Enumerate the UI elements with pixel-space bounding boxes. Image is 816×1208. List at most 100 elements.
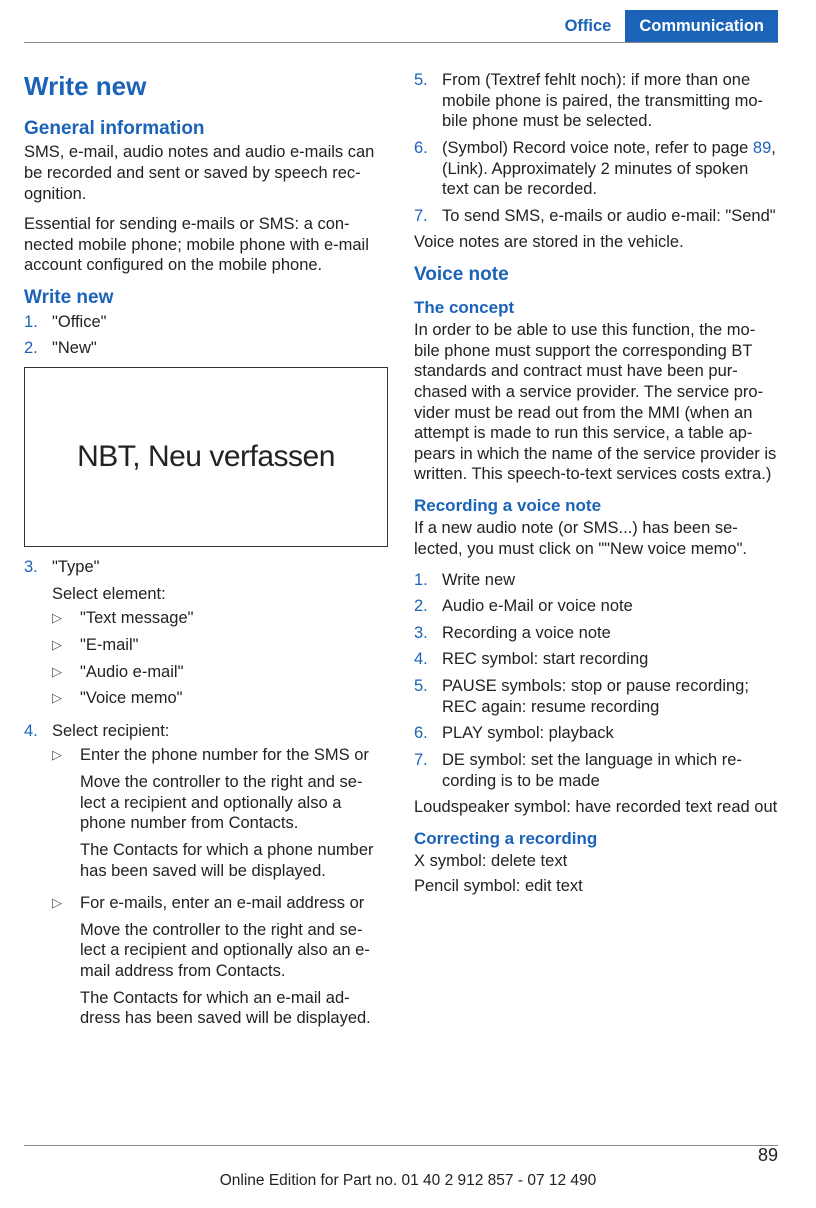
bullet-icon: ▷ (52, 608, 80, 629)
list-number: 6. (414, 138, 442, 200)
option-block: Enter the phone number for the SMS or Mo… (80, 745, 388, 887)
write-new-steps-cont: 3. "Type" Select element: ▷"Text message… (24, 557, 388, 1041)
type-options: ▷"Text message" ▷"E-mail" ▷"Audio e-mail… (52, 608, 388, 709)
list-item: ▷ For e-mails, enter an e-mail address o… (52, 893, 388, 1035)
list-item: 2."New" (24, 338, 388, 359)
tab-office: Office (551, 10, 626, 43)
list-text: To send SMS, e-mails or audio e-mail: "S… (442, 206, 778, 227)
list-number: 2. (24, 338, 52, 359)
body-text: X symbol: delete text (414, 851, 778, 872)
list-number: 2. (414, 596, 442, 617)
recording-steps: 1.Write new 2.Audio e-Mail or voice note… (414, 570, 778, 792)
list-text: DE symbol: set the language in which re‐… (442, 750, 778, 791)
list-item: 7.To send SMS, e-mails or audio e-mail: … (414, 206, 778, 227)
bullet-icon: ▷ (52, 635, 80, 656)
body-text: Loudspeaker symbol: have recorded text r… (414, 797, 778, 818)
body-text: The Contacts for which a phone number ha… (80, 840, 388, 881)
list-number: 1. (24, 312, 52, 333)
body-text: If a new audio note (or SMS...) has been… (414, 518, 778, 559)
list-text: From (Textref fehlt noch): if more than … (442, 70, 778, 132)
list-item: 7.DE symbol: set the language in which r… (414, 750, 778, 791)
list-item: 3. "Type" Select element: ▷"Text message… (24, 557, 388, 715)
subsection-recording: Recording a voice note (414, 495, 778, 516)
list-item: 3.Recording a voice note (414, 623, 778, 644)
footer-rule (24, 1145, 778, 1146)
option-block: For e-mails, enter an e-mail address or … (80, 893, 388, 1035)
list-item: ▷"E-mail" (52, 635, 388, 656)
body-text: Pencil symbol: edit text (414, 876, 778, 897)
tab-communication: Communication (625, 10, 778, 43)
content-columns: Write new General information SMS, e-mai… (24, 60, 778, 1047)
list-number: 4. (24, 721, 52, 1041)
body-text: Enter the phone number for the SMS or (80, 745, 388, 766)
body-text: For e-mails, enter an e-mail address or (80, 893, 388, 914)
option-text: "E-mail" (80, 635, 388, 656)
list-item: 1.Write new (414, 570, 778, 591)
page-link[interactable]: 89 (753, 139, 771, 157)
list-text: (Symbol) Record voice note, refer to pag… (442, 138, 778, 200)
list-text: PAUSE symbols: stop or pause recording; … (442, 676, 778, 717)
write-new-steps-col2: 5.From (Textref fehlt noch): if more tha… (414, 70, 778, 226)
section-write-new: Write new (24, 286, 388, 310)
body-text: Move the controller to the right and se‐… (80, 772, 388, 834)
list-text: PLAY symbol: playback (442, 723, 778, 744)
list-text: Select recipient: ▷ Enter the phone numb… (52, 721, 388, 1041)
option-text: "Voice memo" (80, 688, 388, 709)
list-item: 4.REC symbol: start recording (414, 649, 778, 670)
subsection-concept: The concept (414, 297, 778, 318)
body-text: SMS, e-mail, audio notes and audio e-mai… (24, 142, 388, 204)
list-number: 1. (414, 570, 442, 591)
list-number: 4. (414, 649, 442, 670)
list-number: 7. (414, 750, 442, 791)
list-number: 5. (414, 70, 442, 132)
list-item: 5.PAUSE symbols: stop or pause recording… (414, 676, 778, 717)
list-item: 1."Office" (24, 312, 388, 333)
list-number: 3. (414, 623, 442, 644)
list-number: 7. (414, 206, 442, 227)
list-item: 5.From (Textref fehlt noch): if more tha… (414, 70, 778, 132)
list-text: Write new (442, 570, 778, 591)
footer-text: Online Edition for Part no. 01 40 2 912 … (0, 1171, 816, 1190)
list-text: Recording a voice note (442, 623, 778, 644)
top-rule (24, 42, 778, 43)
bullet-icon: ▷ (52, 662, 80, 683)
write-new-steps: 1."Office" 2."New" (24, 312, 388, 359)
list-item: ▷"Text message" (52, 608, 388, 629)
list-item: 6. (Symbol) Record voice note, refer to … (414, 138, 778, 200)
step-label: "Type" (52, 557, 388, 578)
list-item: 4. Select recipient: ▷ Enter the phone n… (24, 721, 388, 1041)
body-text: Essential for sending e-mails or SMS: a … (24, 214, 388, 276)
list-number: 6. (414, 723, 442, 744)
step-label: Select recipient: (52, 721, 388, 742)
page-number: 89 (758, 1144, 778, 1167)
header-tabs: Office Communication (551, 10, 778, 43)
list-item: ▷ Enter the phone number for the SMS or … (52, 745, 388, 887)
list-item: ▷"Audio e-mail" (52, 662, 388, 683)
list-number: 3. (24, 557, 52, 715)
option-text: "Text message" (80, 608, 388, 629)
list-text: "Office" (52, 312, 388, 333)
bullet-icon: ▷ (52, 893, 80, 1035)
body-text: Move the controller to the right and se‐… (80, 920, 388, 982)
list-text: Audio e-Mail or voice note (442, 596, 778, 617)
list-number: 5. (414, 676, 442, 717)
step-subtext: Select element: (52, 584, 388, 605)
list-text: "New" (52, 338, 388, 359)
section-general-info: General information (24, 117, 388, 141)
recipient-options: ▷ Enter the phone number for the SMS or … (52, 745, 388, 1035)
bullet-icon: ▷ (52, 745, 80, 887)
option-text: "Audio e-mail" (80, 662, 388, 683)
image-caption: NBT, Neu verfassen (77, 438, 335, 476)
subsection-correcting: Correcting a recording (414, 828, 778, 849)
body-text: In order to be able to use this function… (414, 320, 778, 485)
body-text: The Contacts for which an e-mail ad‐dres… (80, 988, 388, 1029)
list-text: "Type" Select element: ▷"Text message" ▷… (52, 557, 388, 715)
screenshot-placeholder: NBT, Neu verfassen (24, 367, 388, 547)
section-voice-note: Voice note (414, 263, 778, 287)
page-title: Write new (24, 70, 388, 103)
list-item: 2.Audio e-Mail or voice note (414, 596, 778, 617)
right-column: 5.From (Textref fehlt noch): if more tha… (414, 60, 778, 1047)
list-text: REC symbol: start recording (442, 649, 778, 670)
text-part: (Symbol) Record voice note, refer to pag… (442, 139, 753, 157)
bullet-icon: ▷ (52, 688, 80, 709)
